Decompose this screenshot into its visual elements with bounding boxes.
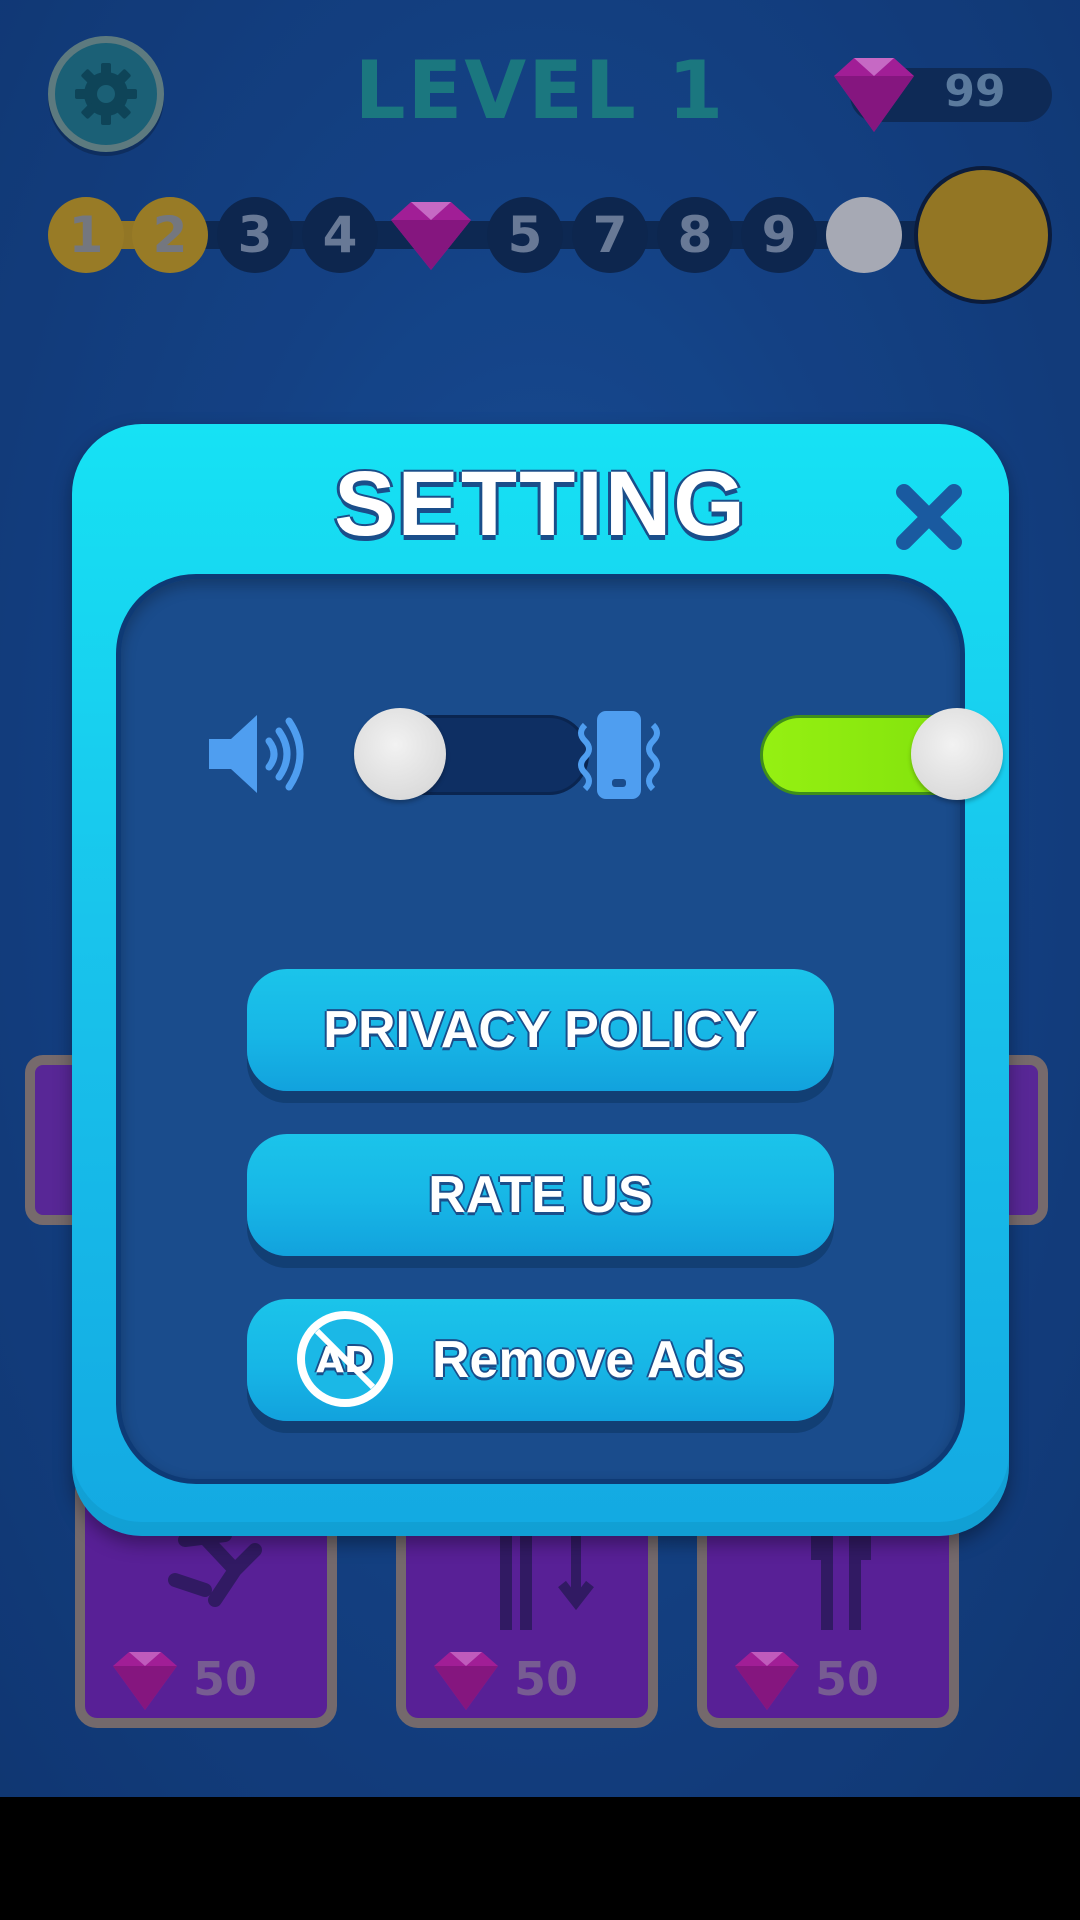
remove-ads-label: Remove Ads [432,1331,746,1389]
game-screen: 50 50 50 LEVEL 1 99 1 2 3 4 5 7 8 9 SETT… [0,0,1080,1797]
no-ads-icon: AD [297,1311,393,1407]
dialog-title: SETTING [334,453,747,555]
toggle-knob [911,708,1003,800]
vibration-toggle[interactable] [760,708,1003,800]
sound-toggle[interactable] [354,708,589,800]
rate-us-button[interactable]: RATE US [247,1134,834,1256]
speaker-icon [209,715,304,793]
privacy-policy-button[interactable]: PRIVACY POLICY [247,969,834,1091]
toggle-knob [354,708,446,800]
vibration-icon [578,711,660,799]
close-icon[interactable] [892,480,966,554]
remove-ads-button[interactable]: AD Remove Ads [247,1299,834,1421]
